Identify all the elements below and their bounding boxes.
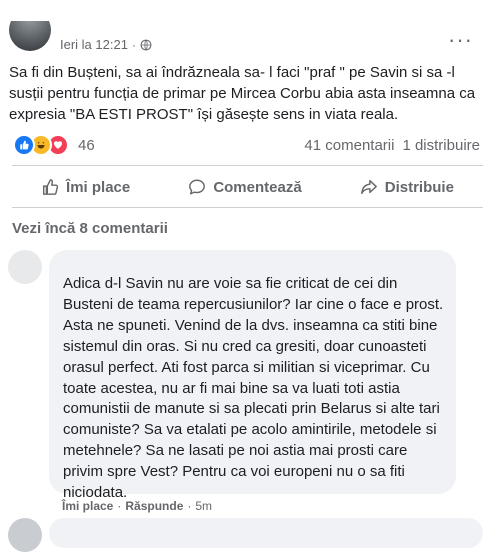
shares-count-link[interactable]: 1 distribuire [402,137,480,154]
comment-button-label: Comentează [213,178,302,196]
share-button[interactable]: Distribuie [360,178,454,196]
post-meta: Ieri la 12:21 · [60,37,152,52]
comments-count-link[interactable]: 41 comentarii [304,137,394,154]
globe-icon[interactable] [140,39,152,51]
post-author-avatar[interactable] [9,21,51,51]
more-options-icon[interactable]: ··· [448,27,473,53]
divider-bottom [12,207,483,208]
comment-reply-link[interactable]: Răspunde [125,499,183,513]
commenter-avatar[interactable] [8,250,42,284]
comment-button[interactable]: Comentează [188,178,302,196]
engagement-counts: 41 comentarii 1 distribuire [304,137,480,154]
next-comment-bubble [49,518,483,548]
speech-bubble-icon [189,179,206,195]
comment-actions: Îmi place · Răspunde · 5m [62,499,212,513]
like-button-label: Îmi place [66,178,131,196]
divider-top [12,165,483,166]
comment-like-link[interactable]: Îmi place [62,499,113,513]
meta-separator: · [131,37,136,52]
reactions-summary[interactable]: 46 [13,134,95,156]
reaction-count: 46 [78,136,95,154]
comment-time-separator: · [187,499,192,513]
view-more-comments-link[interactable]: Vezi încă 8 comentarii [12,220,168,237]
comment-timestamp[interactable]: 5m [195,499,212,513]
post-timestamp[interactable]: Ieri la 12:21 [60,37,128,52]
thumbs-up-icon [43,179,59,195]
comment-text: Adica d-l Savin nu are voie sa fie criti… [63,275,444,502]
comment-actions-separator: · [117,499,122,513]
next-commenter-avatar[interactable] [8,518,42,552]
like-reaction-icon [13,134,35,156]
share-button-label: Distribuie [384,178,454,196]
like-button[interactable]: Îmi place [41,178,130,196]
share-arrow-icon [360,179,377,195]
post-actions-bar: Îmi place Comentează Distribuie [12,170,483,204]
post-text: Sa fi din Bușteni, sa ai îndrăzneala sa-… [9,64,476,123]
